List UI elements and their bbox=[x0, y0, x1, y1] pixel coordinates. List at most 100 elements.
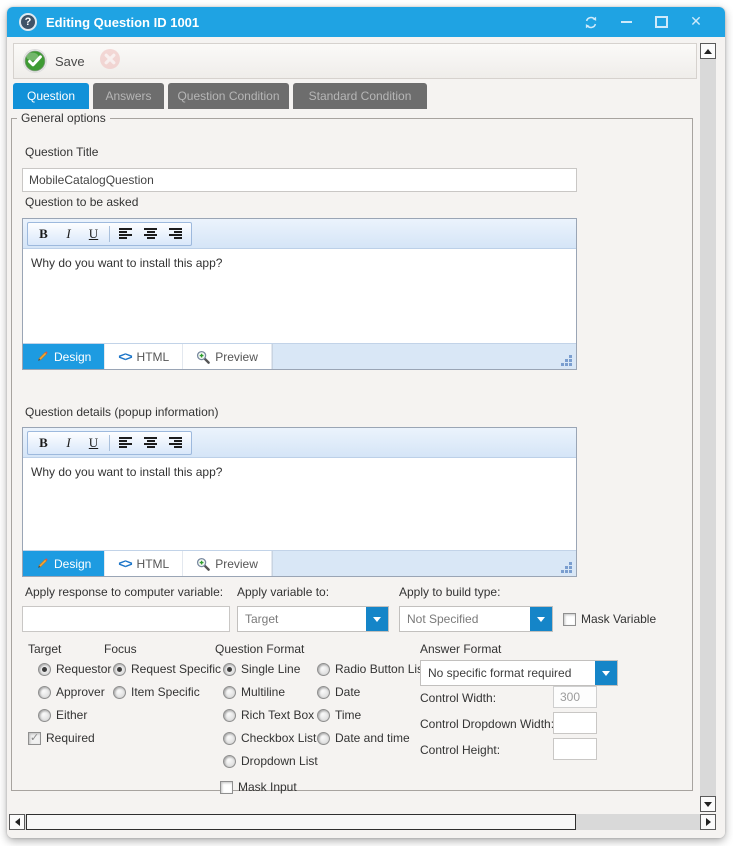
mask-variable-checkbox[interactable]: Mask Variable bbox=[563, 612, 656, 626]
chevron-down-icon bbox=[373, 617, 381, 622]
scroll-down-button[interactable] bbox=[700, 796, 716, 812]
preview-tab[interactable]: Preview bbox=[183, 344, 272, 369]
align-left-icon bbox=[119, 228, 132, 239]
underline-button[interactable]: U bbox=[81, 224, 106, 244]
horizontal-scroll-thumb[interactable] bbox=[26, 814, 576, 830]
resize-grip[interactable] bbox=[560, 561, 572, 573]
save-button[interactable]: Save bbox=[22, 48, 85, 74]
html-tab-label: HTML bbox=[137, 350, 170, 364]
radio-date-and-time[interactable]: Date and time bbox=[317, 731, 410, 745]
editor-content[interactable]: Why do you want to install this app? bbox=[23, 458, 576, 550]
radio-label: Date bbox=[335, 685, 360, 699]
apply-variable-dropdown[interactable]: Target bbox=[237, 606, 389, 632]
bold-button[interactable]: B bbox=[31, 224, 56, 244]
focus-section-label: Focus bbox=[104, 642, 137, 656]
radio-approver[interactable]: Approver bbox=[38, 685, 105, 699]
mask-input-checkbox[interactable]: Mask Input bbox=[220, 780, 297, 794]
format-button-group: B I U bbox=[27, 222, 192, 246]
main-toolbar: Save bbox=[13, 43, 697, 79]
dropdown-arrow-button[interactable] bbox=[366, 607, 388, 631]
checkbox-label: Required bbox=[46, 731, 95, 745]
italic-button[interactable]: I bbox=[56, 224, 81, 244]
radio-label: Radio Button List bbox=[335, 662, 426, 676]
apply-response-input[interactable] bbox=[22, 606, 230, 632]
align-right-button[interactable] bbox=[163, 224, 188, 244]
save-check-icon bbox=[22, 48, 48, 74]
html-tab[interactable]: <> HTML bbox=[105, 344, 183, 369]
radio-single-line[interactable]: Single Line bbox=[223, 662, 300, 676]
vertical-scrollbar[interactable] bbox=[700, 43, 716, 812]
tab-standard-condition[interactable]: Standard Condition bbox=[293, 83, 427, 109]
radio-date[interactable]: Date bbox=[317, 685, 360, 699]
refresh-icon[interactable] bbox=[584, 15, 598, 29]
radio-either[interactable]: Either bbox=[38, 708, 87, 722]
html-tab[interactable]: <> HTML bbox=[105, 551, 183, 576]
editor-content[interactable]: Why do you want to install this app? bbox=[23, 249, 576, 343]
question-editor: B I U Why do you want to install this ap… bbox=[22, 218, 577, 370]
radio-multiline[interactable]: Multiline bbox=[223, 685, 285, 699]
close-button[interactable]: ✕ bbox=[689, 15, 703, 29]
question-title-label: Question Title bbox=[25, 145, 98, 159]
design-tab[interactable]: Design bbox=[23, 551, 105, 576]
resize-grip[interactable] bbox=[560, 354, 572, 366]
underline-button[interactable]: U bbox=[81, 433, 106, 453]
align-center-button[interactable] bbox=[138, 433, 163, 453]
align-left-button[interactable] bbox=[113, 224, 138, 244]
horizontal-scrollbar[interactable] bbox=[9, 814, 716, 830]
radio-label: Approver bbox=[56, 685, 105, 699]
control-dropdown-width-input[interactable] bbox=[553, 712, 597, 734]
dropdown-arrow-button[interactable] bbox=[595, 661, 617, 685]
design-tab[interactable]: Design bbox=[23, 344, 105, 369]
dropdown-arrow-button[interactable] bbox=[530, 607, 552, 631]
save-label: Save bbox=[55, 54, 85, 69]
dropdown-value: No specific format required bbox=[421, 666, 595, 680]
tab-question-condition[interactable]: Question Condition bbox=[168, 83, 289, 109]
preview-tab[interactable]: Preview bbox=[183, 551, 272, 576]
scroll-up-button[interactable] bbox=[700, 43, 716, 59]
align-left-button[interactable] bbox=[113, 433, 138, 453]
control-height-input[interactable] bbox=[553, 738, 597, 760]
radio-request-specific[interactable]: Request Specific bbox=[113, 662, 221, 676]
radio-rich-text-box[interactable]: Rich Text Box bbox=[223, 708, 314, 722]
align-center-button[interactable] bbox=[138, 224, 163, 244]
tab-answers[interactable]: Answers bbox=[93, 83, 164, 109]
client-area: Save Question Answers Question Condition… bbox=[7, 37, 725, 838]
radio-time[interactable]: Time bbox=[317, 708, 361, 722]
radio-label: Requestor bbox=[56, 662, 111, 676]
answer-format-dropdown[interactable]: No specific format required bbox=[420, 660, 618, 686]
preview-tab-label: Preview bbox=[215, 350, 258, 364]
radio-label: Item Specific bbox=[131, 685, 200, 699]
control-dropdown-width-label: Control Dropdown Width: bbox=[420, 717, 554, 731]
radio-label: Date and time bbox=[335, 731, 410, 745]
magnifier-icon bbox=[196, 350, 210, 364]
html-tab-label: HTML bbox=[137, 557, 170, 571]
radio-checkbox-list[interactable]: Checkbox List bbox=[223, 731, 316, 745]
maximize-button[interactable] bbox=[654, 15, 668, 29]
radio-label: Request Specific bbox=[131, 662, 221, 676]
scroll-left-button[interactable] bbox=[9, 814, 25, 830]
radio-label: Checkbox List bbox=[241, 731, 316, 745]
tab-question[interactable]: Question bbox=[13, 83, 89, 109]
scroll-right-button[interactable] bbox=[700, 814, 716, 830]
dropdown-value: Not Specified bbox=[400, 612, 530, 626]
control-width-label: Control Width: bbox=[420, 691, 496, 705]
details-editor-label: Question details (popup information) bbox=[25, 405, 218, 419]
minimize-button[interactable] bbox=[619, 15, 633, 29]
italic-button[interactable]: I bbox=[56, 433, 81, 453]
align-right-button[interactable] bbox=[163, 433, 188, 453]
control-width-input[interactable] bbox=[553, 686, 597, 708]
radio-requestor[interactable]: Requestor bbox=[38, 662, 111, 676]
apply-build-dropdown[interactable]: Not Specified bbox=[399, 606, 553, 632]
bold-button[interactable]: B bbox=[31, 433, 56, 453]
radio-item-specific[interactable]: Item Specific bbox=[113, 685, 200, 699]
editor-mode-tabs: Design <> HTML bbox=[23, 551, 273, 576]
help-icon[interactable]: ? bbox=[19, 13, 37, 31]
titlebar[interactable]: ? Editing Question ID 1001 ✕ bbox=[7, 7, 725, 37]
question-title-input[interactable] bbox=[22, 168, 577, 192]
radio-dropdown-list[interactable]: Dropdown List bbox=[223, 754, 318, 768]
question-format-section-label: Question Format bbox=[215, 642, 304, 656]
required-checkbox[interactable]: Required bbox=[28, 731, 95, 745]
radio-label: Multiline bbox=[241, 685, 285, 699]
radio-radio-button-list[interactable]: Radio Button List bbox=[317, 662, 426, 676]
radio-icon bbox=[223, 755, 236, 768]
